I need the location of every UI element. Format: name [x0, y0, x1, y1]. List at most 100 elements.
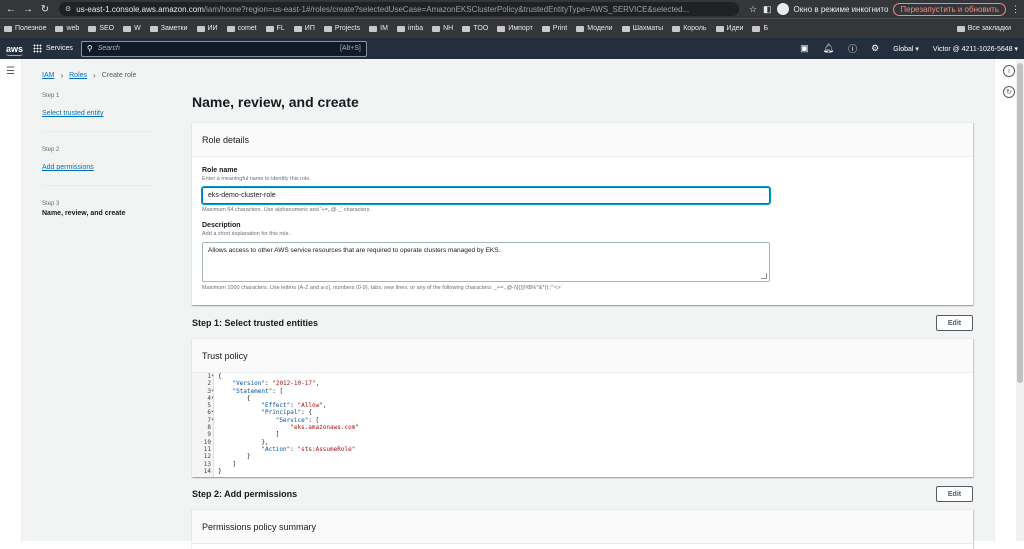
- code-text: "eks.amazonaws.com": [290, 424, 359, 432]
- services-menu-button[interactable]: Services: [33, 44, 73, 53]
- step2-heading: Step 2: Add permissions: [192, 489, 298, 499]
- incognito-icon: [776, 3, 789, 15]
- page-scrollbar[interactable]: [1016, 59, 1024, 541]
- step-link-add-permissions[interactable]: Add permissions: [42, 164, 94, 171]
- bookmark-item[interactable]: SEO: [88, 25, 114, 32]
- bookmark-item[interactable]: Print: [541, 25, 567, 32]
- all-bookmarks-button[interactable]: Все закладки: [956, 25, 1011, 32]
- cloudshell-icon[interactable]: ▣: [800, 43, 809, 54]
- bookmark-item[interactable]: Модели: [576, 25, 613, 32]
- breadcrumb: IAM › Roles › Create role: [42, 71, 136, 80]
- role-name-input[interactable]: eks-demo-cluster-role: [202, 187, 770, 204]
- bookmark-item[interactable]: IM: [369, 25, 388, 32]
- wizard-step-1: Step 1 Select trusted entity: [42, 93, 152, 132]
- code-line: 10 },: [192, 439, 973, 446]
- code-text: "Effect": "Allow",: [261, 402, 327, 410]
- chevron-right-icon: ›: [60, 71, 64, 80]
- step1-edit-button[interactable]: Edit: [936, 315, 973, 331]
- region-selector[interactable]: Global ▾: [893, 45, 919, 53]
- history-clock-icon[interactable]: ↻: [1003, 86, 1015, 98]
- bookmark-label: Б: [763, 25, 769, 32]
- bookmark-item[interactable]: comet: [226, 25, 257, 32]
- settings-gear-icon[interactable]: ⚙: [871, 43, 879, 54]
- bookmark-item[interactable]: Заметки: [149, 25, 188, 32]
- bookmark-label: Модели: [587, 25, 613, 32]
- fold-toggle-icon[interactable]: ▾: [211, 409, 214, 416]
- bookmarks-bar: Полезное web SEO W Заметки ИИ comet FL ИП Project…: [0, 18, 1024, 38]
- aws-logo[interactable]: aws: [6, 44, 24, 56]
- line-number: 5: [207, 402, 211, 410]
- main-content: IAM › Roles › Create role Step 1 Select …: [22, 59, 994, 549]
- forward-arrow-icon[interactable]: →: [21, 2, 35, 16]
- notifications-bell-icon[interactable]: 🔔︎: [823, 43, 834, 54]
- breadcrumb-iam[interactable]: IAM: [42, 72, 54, 79]
- account-menu[interactable]: Victor @ 4211-1026-5648 ▾: [933, 45, 1018, 53]
- bookmark-item[interactable]: Импорт: [497, 25, 533, 32]
- bookmark-label: FL: [276, 25, 285, 32]
- address-bar[interactable]: ⚙ us-east-1.console.aws.amazon.com/iam/h…: [59, 2, 739, 16]
- bookmark-item[interactable]: Projects: [323, 25, 360, 32]
- grid-icon: [33, 44, 43, 53]
- step-link-select-trusted-entity[interactable]: Select trusted entity: [42, 110, 103, 117]
- bookmark-item[interactable]: W: [123, 25, 141, 32]
- trust-policy-code-editor[interactable]: 1 ▾{2 "Version": "2012-10-17", 3 ▾ "Stateme…: [192, 373, 973, 477]
- restart-update-button[interactable]: Перезапустить и обновить: [893, 2, 1006, 16]
- bookmark-item[interactable]: Полезное: [4, 25, 46, 32]
- wizard-steps: Step 1 Select trusted entity Step 2 Add …: [42, 93, 152, 243]
- bookmark-label: web: [66, 25, 80, 32]
- fold-toggle-icon[interactable]: ▾: [211, 373, 214, 380]
- side-panel-icon[interactable]: ◧: [763, 4, 772, 15]
- bookmark-item[interactable]: Король: [672, 25, 707, 32]
- code-line: 6 ▾ "Principal": {: [192, 409, 973, 416]
- line-number: 9: [207, 431, 211, 439]
- step2-edit-button[interactable]: Edit: [936, 486, 973, 502]
- description-textarea[interactable]: Allows access to other AWS service resou…: [202, 242, 770, 282]
- bookmark-item[interactable]: NH: [432, 25, 453, 32]
- url-host: us-east-1.console.aws.amazon.com: [76, 4, 204, 14]
- scrollbar-thumb[interactable]: [1017, 63, 1023, 383]
- fold-toggle-icon[interactable]: ▾: [211, 395, 214, 402]
- breadcrumb-roles[interactable]: Roles: [69, 72, 87, 79]
- folder-icon: [196, 25, 205, 32]
- code-line: 1 ▾ {: [192, 373, 973, 380]
- reload-icon[interactable]: ↻: [38, 2, 52, 16]
- bookmark-item[interactable]: Шахматы: [621, 25, 663, 32]
- site-info-icon[interactable]: ⚙: [65, 5, 71, 13]
- folder-icon: [149, 25, 158, 32]
- bookmark-label: IM: [380, 25, 388, 32]
- aws-console-header: aws Services ⚲ Search [Alt+S] ▣ 🔔︎ ⓘ ⚙ G…: [0, 38, 1024, 59]
- code-line: 13 ]: [192, 461, 973, 468]
- fold-toggle-icon[interactable]: ▾: [211, 388, 214, 395]
- code-line: 3 ▾ "Statement": [: [192, 388, 973, 395]
- bookmark-item[interactable]: FL: [265, 25, 285, 32]
- panel-heading: Permissions policy summary: [192, 510, 973, 544]
- search-input[interactable]: ⚲ Search [Alt+S]: [80, 40, 367, 57]
- folder-icon: [4, 25, 12, 32]
- bookmark-label: ИИ: [207, 25, 218, 32]
- bookmark-item[interactable]: imba: [396, 25, 424, 32]
- info-icon[interactable]: i: [1003, 65, 1015, 77]
- back-arrow-icon[interactable]: ←: [4, 2, 18, 16]
- bookmark-star-icon[interactable]: ☆: [749, 4, 757, 15]
- bookmark-item[interactable]: TOO: [462, 25, 488, 32]
- fold-toggle-icon[interactable]: ▾: [211, 417, 214, 424]
- bookmark-item[interactable]: Идеи: [715, 25, 743, 32]
- bookmark-item[interactable]: Б: [752, 25, 768, 32]
- line-number: 3: [207, 387, 211, 395]
- code-line: 11 "Action": "sts:AssumeRole": [192, 446, 973, 453]
- help-icon[interactable]: ⓘ: [848, 42, 857, 55]
- folder-icon: [369, 25, 378, 32]
- step-number: Step 2: [42, 147, 60, 153]
- line-number: 10: [203, 438, 211, 446]
- bookmark-item[interactable]: web: [55, 25, 79, 32]
- services-label: Services: [46, 45, 73, 52]
- menu-hamburger-icon[interactable]: ☰: [6, 66, 15, 77]
- code-text: "Action": "sts:AssumeRole": [261, 445, 356, 453]
- bookmark-item[interactable]: ИП: [293, 25, 315, 32]
- browser-menu-icon[interactable]: ⋮: [1011, 4, 1020, 15]
- bookmark-label: imba: [407, 25, 424, 32]
- incognito-label: Окно в режиме инкогнито: [793, 4, 889, 14]
- bookmark-item[interactable]: ИИ: [196, 25, 218, 32]
- step-current-label: Name, review, and create: [42, 210, 126, 217]
- line-number: 8: [207, 424, 211, 432]
